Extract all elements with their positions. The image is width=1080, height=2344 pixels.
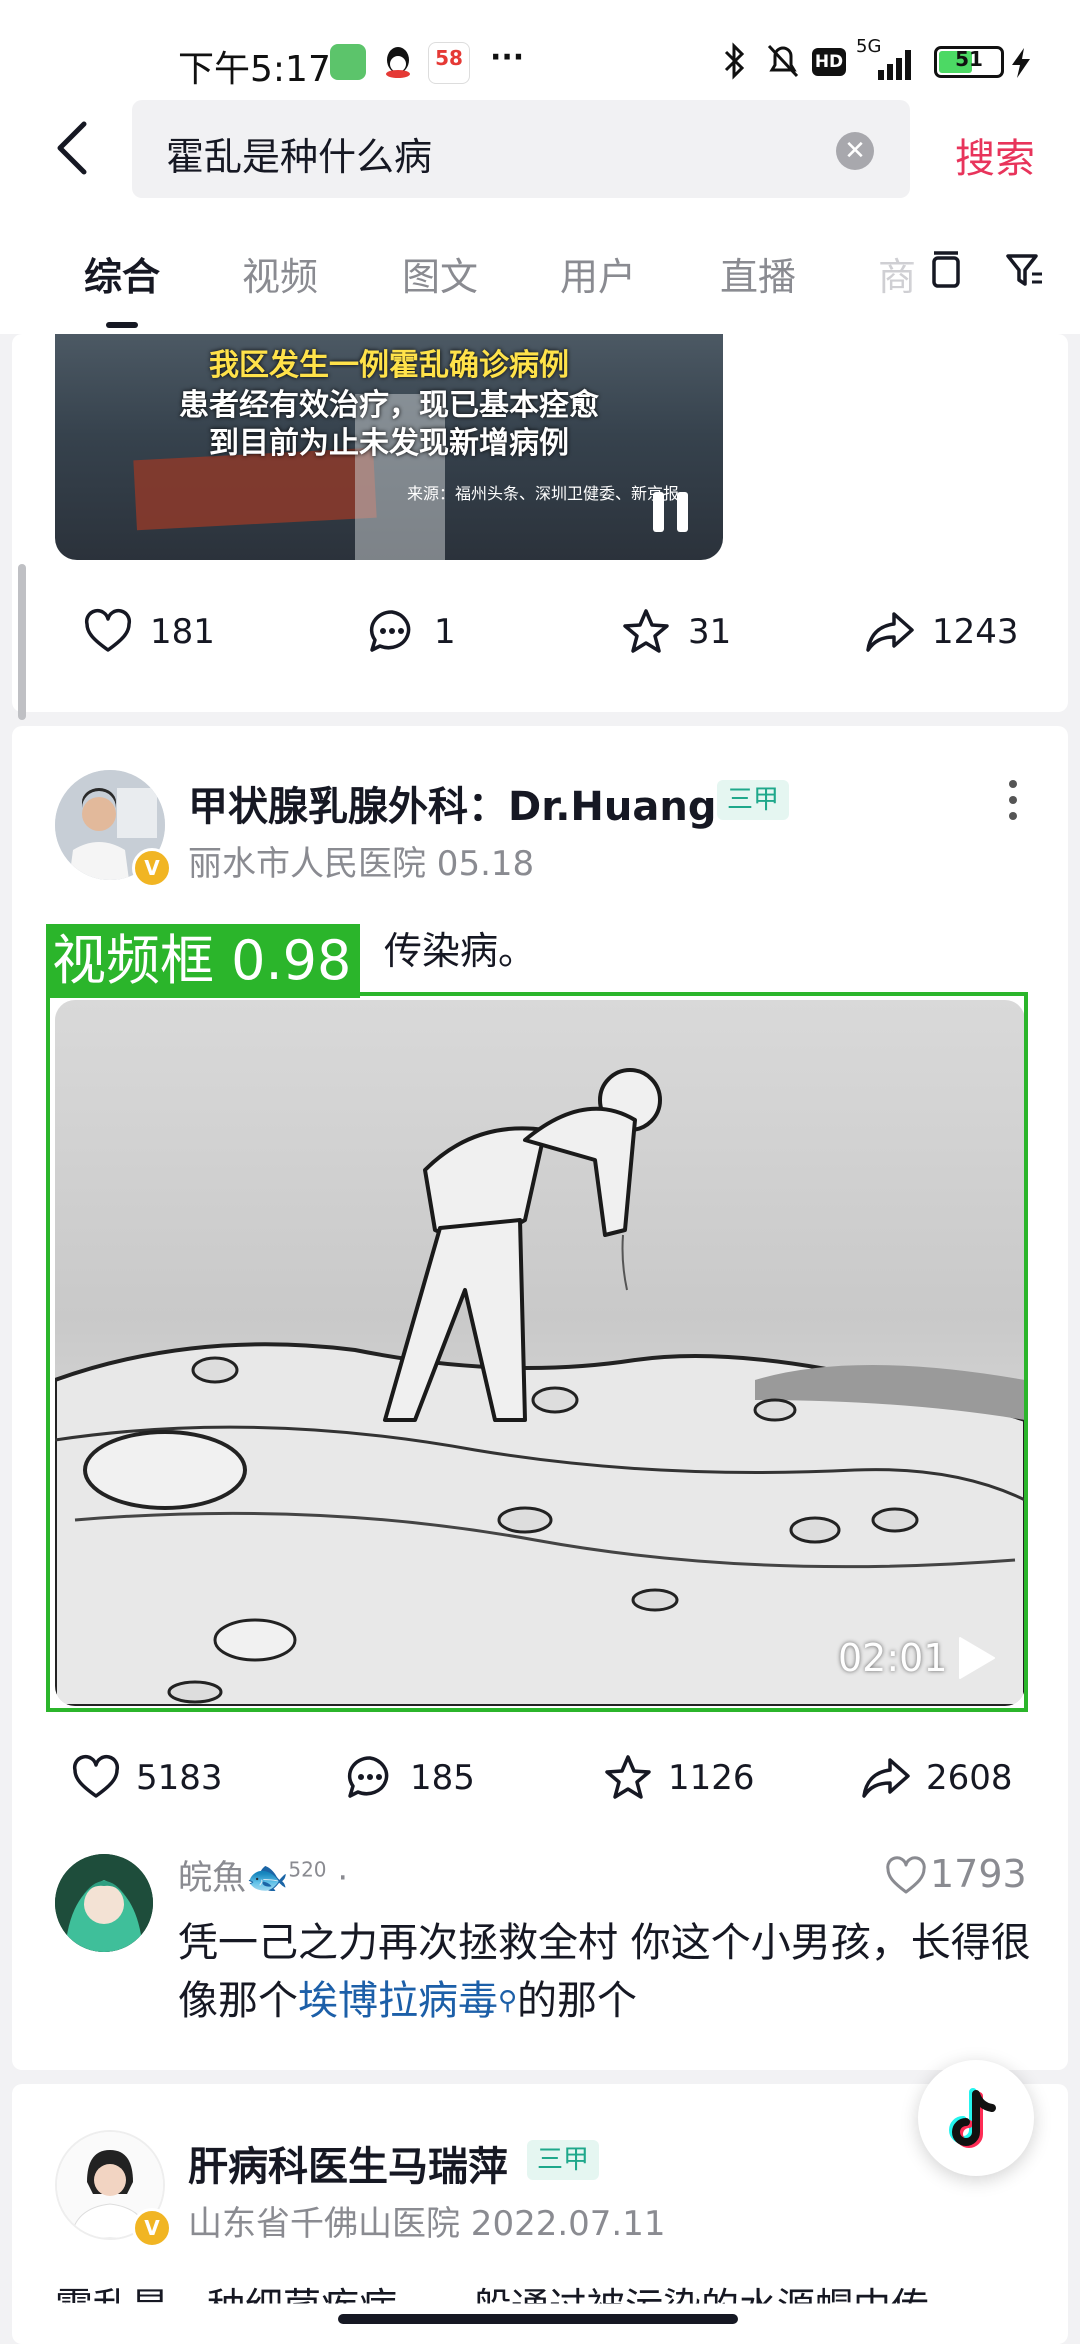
tab-image-text[interactable]: 图文	[402, 246, 478, 301]
more-options-icon[interactable]	[1008, 780, 1018, 824]
comment-count: 185	[410, 1758, 475, 1798]
mute-bell-icon	[764, 40, 802, 82]
battery-level: 51	[955, 47, 983, 71]
tab-users[interactable]: 用户	[560, 246, 636, 301]
author-name[interactable]: 甲状腺乳腺外科：Dr.Huang	[188, 774, 716, 832]
comment-username[interactable]: 皖魚🐟520 ·	[178, 1850, 348, 1899]
comment-text-after: 的那个	[517, 1978, 638, 2024]
tab-live[interactable]: 直播	[720, 246, 796, 301]
home-indicator[interactable]	[338, 2314, 738, 2324]
video-caption-line: 到目前为止未发现新增病例	[209, 426, 569, 461]
video-caption-line: 我区发生一例霍乱确诊病例	[209, 348, 569, 383]
wechat-app-icon	[330, 44, 366, 80]
search-query-text[interactable]: 霍乱是种什么病	[166, 126, 432, 181]
comment-like-icon[interactable]	[884, 1854, 928, 1898]
video-source-text: 来源：福州头条、深圳卫健委、新京报	[406, 484, 679, 503]
favorite-count: 1126	[668, 1758, 755, 1798]
comment-username-text[interactable]: 皖魚🐟	[178, 1858, 288, 1898]
qq-app-icon	[380, 44, 416, 80]
detection-label: 视频框 0.98	[46, 924, 360, 998]
share-count: 2608	[926, 1758, 1013, 1798]
clear-search-icon[interactable]: ✕	[836, 132, 874, 170]
hd-badge: HD	[812, 48, 846, 76]
comment-search-link[interactable]: 埃博拉病毒	[298, 1978, 498, 2024]
video-player-1[interactable]: 我区发生一例霍乱确诊病例 患者经有效治疗，现已基本痊愈 到目前为止未发现新增病例…	[55, 334, 723, 560]
comment-text: 凭一己之力再次拯救全村 你这个小男孩，长得很像那个埃博拉病毒⚲的那个	[178, 1914, 1038, 2030]
verified-badge-icon: V	[132, 848, 172, 888]
pause-icon[interactable]	[653, 492, 689, 532]
hospital-tier-tag: 三甲	[527, 2140, 600, 2180]
comment-bubble-icon[interactable]	[366, 606, 418, 658]
signal-icon	[856, 44, 920, 84]
back-arrow-icon[interactable]	[50, 118, 94, 178]
tab-comprehensive[interactable]: 综合	[84, 246, 160, 301]
layout-toggle-icon[interactable]	[926, 250, 966, 292]
share-count: 1243	[932, 612, 1019, 652]
comment-like-count: 1793	[930, 1852, 1027, 1896]
filter-icon[interactable]	[1004, 250, 1046, 292]
charging-icon	[1008, 46, 1034, 80]
status-time: 下午5:17	[178, 49, 331, 90]
comment-separator: ·	[326, 1858, 349, 1898]
comment-user-badge: 520	[288, 1857, 327, 1882]
author-meta: 山东省千佛山医院 2022.07.11	[188, 2204, 666, 2244]
post-text: 传染病。	[384, 929, 537, 973]
author-name[interactable]: 肝病科医生马瑞萍	[188, 2134, 508, 2192]
like-heart-icon[interactable]	[82, 606, 134, 658]
58-app-icon: 58	[428, 42, 470, 84]
avatar[interactable]	[55, 1854, 153, 1952]
share-arrow-icon[interactable]	[860, 1752, 912, 1804]
more-notifications-icon: ···	[490, 40, 525, 75]
like-count: 5183	[136, 1758, 223, 1798]
douyin-float-button[interactable]	[918, 2060, 1034, 2176]
search-button[interactable]: 搜索	[955, 126, 1035, 184]
comment-count: 1	[434, 612, 456, 652]
battery-icon: 51	[934, 46, 1004, 78]
author-meta: 丽水市人民医院 05.18	[188, 844, 535, 884]
comment-bubble-icon[interactable]	[344, 1752, 396, 1804]
status-bar: 下午5:17 58 ··· HD 5G 51	[0, 0, 1080, 100]
like-count: 181	[150, 612, 215, 652]
search-mini-icon: ⚲	[498, 1986, 518, 2016]
verified-badge-icon: V	[132, 2208, 172, 2248]
favorite-count: 31	[688, 612, 732, 652]
scrollbar[interactable]	[18, 564, 26, 720]
bluetooth-icon	[720, 40, 750, 82]
like-heart-icon[interactable]	[70, 1752, 122, 1804]
favorite-star-icon[interactable]	[620, 606, 672, 658]
share-arrow-icon[interactable]	[864, 606, 916, 658]
favorite-star-icon[interactable]	[602, 1752, 654, 1804]
tab-video[interactable]: 视频	[242, 246, 318, 301]
detection-box	[46, 992, 1028, 1712]
active-tab-indicator	[106, 322, 138, 328]
hospital-tier-tag: 三甲	[717, 780, 790, 820]
